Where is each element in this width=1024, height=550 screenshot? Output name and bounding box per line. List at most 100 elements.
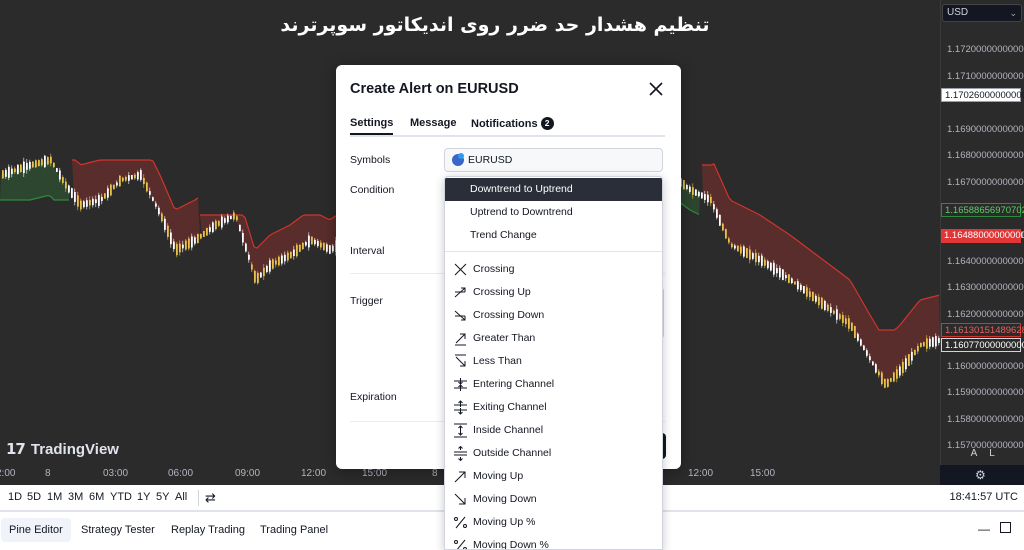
condition-option-entering-channel[interactable]: Entering Channel — [445, 373, 662, 396]
symbol-select[interactable]: EURUSD — [444, 148, 663, 172]
candle-body — [821, 297, 823, 309]
candle-body — [314, 239, 316, 245]
candle-body — [116, 182, 118, 186]
candle-body — [818, 296, 820, 306]
candle-body — [758, 255, 760, 263]
candle-body — [839, 314, 841, 320]
minimize-icon[interactable]: — — [978, 522, 990, 536]
condition-option-greater-than[interactable]: Greater Than — [445, 327, 662, 350]
time-tick-label: 2:00 — [0, 468, 16, 479]
candle-body — [143, 177, 145, 185]
maximize-icon[interactable] — [1000, 522, 1011, 533]
panel-tab-pine-editor[interactable]: Pine Editor — [1, 518, 71, 542]
range-button-3m[interactable]: 3M — [68, 491, 83, 503]
log-scale-button[interactable]: L — [984, 446, 1000, 462]
candle-body — [161, 213, 163, 222]
candle-body — [323, 242, 325, 251]
range-button-1m[interactable]: 1M — [47, 491, 62, 503]
candle-body — [209, 227, 211, 232]
time-tick-label: 15:00 — [750, 468, 776, 479]
candle-body — [8, 166, 10, 178]
price-scale[interactable]: 1.17200000000000 1.17100000000000 1.169000… — [940, 0, 1024, 465]
time-tick-label: 03:00 — [103, 468, 129, 479]
condition-option-moving-up[interactable]: Moving Up — [445, 465, 662, 488]
candle-body — [200, 233, 202, 239]
supertrend-down-fill — [702, 164, 940, 384]
range-button-5y[interactable]: 5Y — [156, 491, 169, 503]
candle-body — [221, 216, 223, 228]
candle-body — [878, 371, 880, 376]
close-icon[interactable] — [647, 80, 665, 98]
candle-body — [899, 366, 901, 376]
candle-body — [935, 336, 937, 347]
range-button-5d[interactable]: 5D — [27, 491, 41, 503]
condition-option-downtrend-to-uptrend[interactable]: Downtrend to Uptrend — [445, 178, 662, 201]
candle-body — [308, 235, 310, 248]
candle-body — [731, 243, 733, 248]
condition-option-trend-change[interactable]: Trend Change — [445, 224, 662, 247]
tab-message[interactable]: Message — [410, 117, 456, 129]
candle-body — [794, 281, 796, 285]
dialog-title: Create Alert on EURUSD — [350, 81, 519, 97]
time-tick-label: 15:00 — [362, 468, 388, 479]
condition-option-outside-channel[interactable]: Outside Channel — [445, 442, 662, 465]
panel-tab-trading-panel[interactable]: Trading Panel — [252, 518, 336, 542]
range-button-ytd[interactable]: YTD — [110, 491, 132, 503]
candle-body — [263, 267, 265, 277]
candle-body — [920, 343, 922, 347]
tab-settings[interactable]: Settings — [350, 117, 394, 135]
candle-body — [689, 186, 691, 192]
candle-body — [815, 295, 817, 302]
tab-notifications[interactable]: Notifications 2 — [471, 117, 554, 130]
condition-option-label: Moving Down % — [473, 539, 549, 550]
candle-body — [44, 155, 46, 168]
candle-body — [266, 265, 268, 273]
candle-body — [137, 172, 139, 180]
auto-scale-button[interactable]: A — [966, 446, 982, 462]
condition-option-crossing-up[interactable]: Crossing Up — [445, 281, 662, 304]
condition-option-moving-up[interactable]: Moving Up % — [445, 511, 662, 534]
panel-tab-strategy-tester[interactable]: Strategy Tester — [73, 518, 163, 542]
candle-body — [155, 203, 157, 207]
price-tick-label: 1.16700000000000 — [947, 177, 1024, 188]
inside-channel-icon — [454, 423, 467, 438]
price-tick-label: 1.15900000000000 — [947, 387, 1024, 398]
candle-body — [740, 246, 742, 254]
candle-body — [230, 215, 232, 220]
condition-option-crossing[interactable]: Crossing — [445, 258, 662, 281]
range-button-all[interactable]: All — [175, 491, 187, 503]
candle-body — [707, 194, 709, 203]
candle-body — [686, 184, 688, 190]
candle-body — [80, 200, 82, 210]
candle-body — [908, 354, 910, 366]
page-title: تنظیم هشدار حد ضرر روی اندیکاتور سوپرترن… — [280, 14, 710, 36]
condition-option-moving-down[interactable]: Moving Down — [445, 488, 662, 511]
candle-body — [257, 272, 259, 284]
range-button-6m[interactable]: 6M — [89, 491, 104, 503]
candle-body — [98, 195, 100, 206]
candle-body — [887, 379, 889, 387]
candle-body — [239, 224, 241, 232]
panel-tab-replay-trading[interactable]: Replay Trading — [163, 518, 253, 542]
condition-option-less-than[interactable]: Less Than — [445, 350, 662, 373]
range-button-1y[interactable]: 1Y — [137, 491, 150, 503]
condition-option-moving-down[interactable]: Moving Down % — [445, 534, 662, 550]
currency-select[interactable]: USD ⌄ — [942, 4, 1022, 22]
clock[interactable]: 18:41:57 UTC — [950, 491, 1018, 503]
date-range-icon[interactable]: ⇄ — [205, 490, 216, 506]
condition-option-exiting-channel[interactable]: Exiting Channel — [445, 396, 662, 419]
range-button-1d[interactable]: 1D — [8, 491, 22, 503]
condition-option-uptrend-to-downtrend[interactable]: Uptrend to Downtrend — [445, 201, 662, 224]
condition-option-inside-channel[interactable]: Inside Channel — [445, 419, 662, 442]
candle-body — [269, 260, 271, 272]
candle-body — [785, 275, 787, 279]
supertrend-down-fill — [72, 160, 200, 250]
time-tick-label: 12:00 — [301, 468, 327, 479]
chart-settings-icon[interactable]: ⚙ — [975, 468, 986, 482]
condition-option-crossing-down[interactable]: Crossing Down — [445, 304, 662, 327]
candle-body — [701, 192, 703, 199]
candle-body — [848, 318, 850, 329]
condition-option-label: Entering Channel — [473, 378, 555, 390]
expiration-label: Expiration — [350, 391, 397, 403]
candle-body — [182, 244, 184, 249]
